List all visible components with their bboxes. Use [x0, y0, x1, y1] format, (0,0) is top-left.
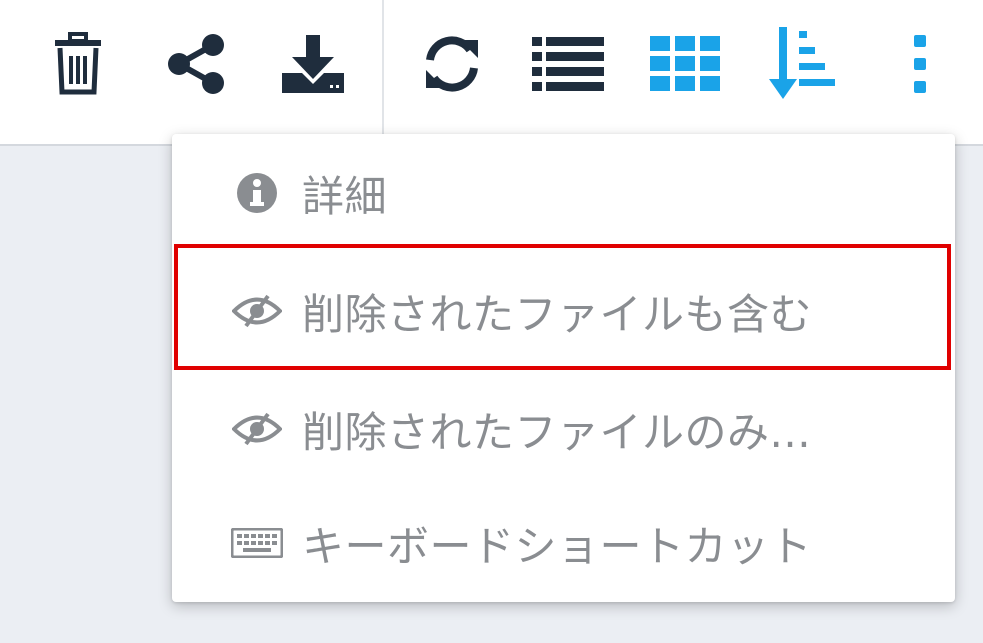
toolbar: [0, 0, 983, 146]
menu-item-label: 削除されたファイルも含む: [302, 289, 813, 339]
grid-view-button[interactable]: [646, 24, 726, 104]
eye-slash-icon: [230, 409, 284, 449]
kebab-icon: [914, 35, 926, 93]
menu-item-keyboard-shortcuts[interactable]: キーボードショートカット: [172, 484, 955, 602]
eye-slash-icon: [230, 291, 284, 331]
share-icon: [168, 34, 224, 94]
download-button[interactable]: [273, 24, 353, 104]
toolbar-divider: [382, 0, 384, 146]
grid-icon: [650, 36, 720, 91]
delete-button[interactable]: [38, 24, 118, 104]
info-icon: [230, 173, 284, 213]
refresh-icon: [426, 36, 478, 92]
trash-icon: [55, 32, 101, 95]
share-button[interactable]: [156, 24, 236, 104]
menu-item-include-deleted[interactable]: 削除されたファイルも含む: [172, 252, 955, 370]
keyboard-icon: [230, 523, 284, 563]
menu-item-deleted-only[interactable]: 削除されたファイルのみ...: [172, 370, 955, 488]
sort-button[interactable]: [764, 24, 844, 104]
list-view-button[interactable]: [528, 24, 608, 104]
refresh-button[interactable]: [412, 24, 492, 104]
more-menu-button[interactable]: [880, 24, 960, 104]
menu-item-label: 詳細: [302, 171, 388, 221]
download-icon: [282, 35, 344, 93]
menu-item-details[interactable]: 詳細: [172, 134, 955, 252]
sort-icon: [769, 27, 835, 99]
menu-item-label: キーボードショートカット: [302, 521, 813, 571]
menu-item-label: 削除されたファイルのみ...: [302, 407, 812, 457]
list-icon: [532, 37, 604, 91]
dropdown-menu: 詳細 削除されたファイルも含む 削除されたファイルのみ... キーボードショート…: [172, 134, 955, 602]
